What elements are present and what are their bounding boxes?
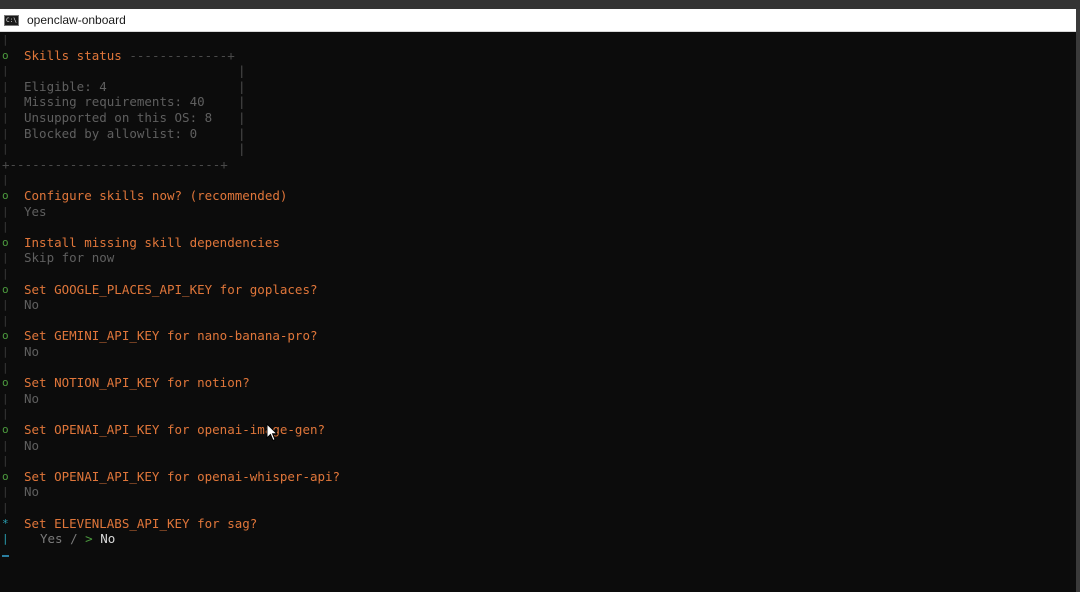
gutter-bar: | [2, 345, 9, 358]
box-right-edge: | [238, 125, 246, 141]
skills-box-header: Skills status -------------+ [24, 47, 235, 63]
window-titlebar[interactable]: C:\ openclaw-onboard [0, 9, 1076, 32]
gutter-bar: | [2, 126, 9, 140]
answer-notion-key: No [24, 390, 40, 406]
gutter-bar: | [2, 111, 9, 124]
window-right-border [1076, 9, 1080, 592]
gutter-bar: | [2, 33, 9, 46]
prompt-configure-skills: Configure skills now? (recommended) [24, 188, 288, 203]
gutter-bar: | [2, 142, 9, 156]
answer-openai-image-key: No [24, 437, 40, 453]
step-marker: o [2, 48, 9, 62]
step-marker: o [2, 282, 9, 296]
step-marker: o [2, 376, 9, 390]
selection-pointer-icon: > [85, 531, 93, 547]
gutter-bar: | [2, 64, 9, 78]
gutter-bar: | [2, 360, 9, 374]
step-marker: o [2, 423, 9, 436]
mouse-pointer-icon [266, 423, 278, 442]
skills-eligible: Eligible: 4 [24, 78, 107, 94]
gutter-bar: | [2, 95, 9, 109]
prompt-elevenlabs-key: Set ELEVENLABS_API_KEY for sag? [24, 515, 258, 531]
skills-box-bottom: +----------------------------+ [2, 156, 228, 172]
gutter-bar: | [2, 251, 9, 265]
gutter-bar: | [2, 220, 9, 234]
step-marker: o [2, 329, 9, 343]
active-step-marker: * [2, 516, 9, 530]
active-gutter-bar: | [2, 532, 9, 546]
option-yes[interactable]: Yes [40, 531, 63, 546]
step-marker: o [2, 469, 9, 483]
gutter-bar: | [2, 298, 9, 312]
terminal-output[interactable]: | o Skills status -------------+ | | | E… [0, 32, 1076, 592]
prompt-notion-key: Set NOTION_API_KEY for notion? [24, 375, 250, 391]
answer-configure-skills: Yes [24, 203, 47, 219]
skills-unsupported: Unsupported on this OS: 8 [24, 110, 213, 125]
gutter-bar: | [2, 267, 9, 280]
gutter-bar: | [2, 173, 9, 187]
answer-gemini-key: No [24, 344, 40, 359]
gutter-bar: | [2, 485, 9, 499]
box-right-edge: | [238, 78, 246, 94]
skills-missing: Missing requirements: 40 [24, 94, 205, 110]
yes-no-selector[interactable]: Yes / > No [40, 531, 115, 547]
box-right-edge: | [238, 63, 246, 79]
option-separator: / [62, 531, 86, 547]
answer-install-dependencies: Skip for now [24, 250, 115, 266]
gutter-bar: | [2, 438, 9, 452]
option-no[interactable]: No [100, 531, 115, 546]
gutter-bar: | [2, 391, 9, 405]
gutter-bar: | [2, 204, 9, 218]
window-top-border [0, 0, 1080, 9]
step-marker: o [2, 189, 9, 202]
box-right-edge: | [238, 141, 246, 157]
answer-google-places-key: No [24, 297, 40, 313]
step-marker: o [2, 235, 9, 249]
gutter-bar: | [2, 501, 9, 514]
window-title: openclaw-onboard [27, 13, 126, 27]
prompt-openai-image-key: Set OPENAI_API_KEY for openai-image-gen? [24, 422, 326, 437]
prompt-install-dependencies: Install missing skill dependencies [24, 234, 280, 250]
prompt-google-places-key: Set GOOGLE_PLACES_API_KEY for goplaces? [24, 281, 318, 297]
terminal-cursor [2, 555, 9, 557]
gutter-bar: | [2, 454, 9, 468]
answer-openai-whisper-key: No [24, 484, 40, 500]
prompt-openai-whisper-key: Set OPENAI_API_KEY for openai-whisper-ap… [24, 468, 341, 484]
prompt-gemini-key: Set GEMINI_API_KEY for nano-banana-pro? [24, 328, 318, 344]
gutter-bar: | [2, 79, 9, 93]
skills-blocked: Blocked by allowlist: 0 [24, 125, 198, 141]
box-right-edge: | [238, 94, 246, 110]
box-right-edge: | [238, 110, 246, 125]
gutter-bar: | [2, 313, 9, 327]
terminal-icon: C:\ [4, 14, 19, 26]
gutter-bar: | [2, 407, 9, 421]
